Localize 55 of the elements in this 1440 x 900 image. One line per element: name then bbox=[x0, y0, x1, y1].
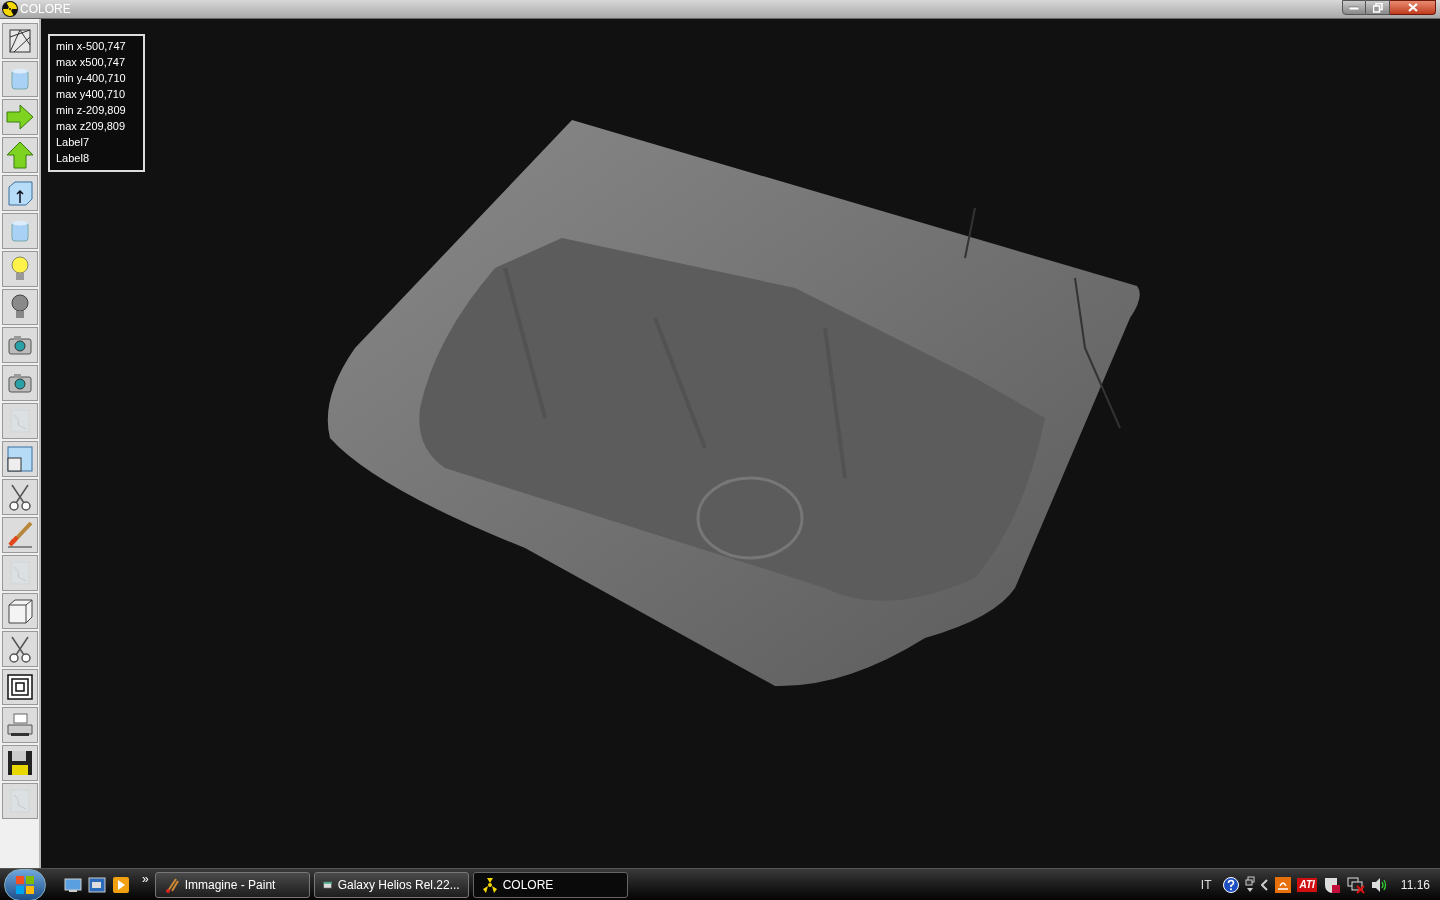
ati-tray-label[interactable]: ATI bbox=[1297, 877, 1317, 892]
paintbrush-icon bbox=[163, 876, 180, 893]
windows-logo-icon bbox=[16, 875, 34, 894]
start-button[interactable] bbox=[4, 868, 46, 900]
right-arrow-icon bbox=[6, 103, 34, 131]
show-desktop-icon[interactable] bbox=[64, 875, 82, 894]
toolbar-button[interactable] bbox=[2, 669, 38, 705]
concentric-squares-icon bbox=[6, 673, 34, 701]
info-label: Label8 bbox=[56, 151, 91, 166]
close-button[interactable] bbox=[1390, 0, 1436, 15]
windows-stack-icon[interactable] bbox=[1245, 875, 1256, 894]
minimize-button[interactable] bbox=[1342, 0, 1366, 15]
info-label: min y-400,710 bbox=[56, 71, 127, 86]
language-indicator[interactable]: IT bbox=[1200, 875, 1212, 894]
restore-button[interactable] bbox=[1366, 0, 1390, 15]
toolbar-button[interactable] bbox=[2, 23, 38, 59]
window-title: COLORE bbox=[20, 1, 71, 18]
taskbar-button[interactable]: Immagine - Paint bbox=[154, 871, 310, 898]
speaker-icon[interactable] bbox=[1370, 876, 1389, 893]
toolbar-button[interactable] bbox=[2, 631, 38, 667]
taskbar-button[interactable]: Galaxy Helios Rel.22... bbox=[313, 871, 469, 898]
chevron-left-icon[interactable] bbox=[1261, 878, 1270, 891]
media-player-icon[interactable] bbox=[112, 875, 130, 894]
switch-windows-icon[interactable] bbox=[88, 875, 106, 894]
info-label: Label7 bbox=[56, 135, 91, 150]
help-icon[interactable] bbox=[1223, 876, 1240, 893]
window-resize-icon bbox=[6, 445, 34, 473]
cube-arrow-icon bbox=[6, 179, 34, 207]
radiation-icon bbox=[2, 1, 18, 17]
toolbar-button[interactable] bbox=[2, 479, 38, 515]
wireframe-box-icon bbox=[6, 27, 34, 55]
radiation-icon bbox=[481, 876, 498, 893]
printer-icon bbox=[6, 711, 34, 739]
toolbar-button[interactable] bbox=[2, 175, 38, 211]
minimize-icon bbox=[1349, 5, 1359, 10]
info-label: min x-500,747 bbox=[56, 39, 127, 54]
toolbar-button[interactable] bbox=[2, 707, 38, 743]
info-label: max x500,747 bbox=[56, 55, 127, 70]
cube-icon bbox=[6, 597, 34, 625]
clock[interactable]: 11.16 bbox=[1400, 875, 1430, 894]
info-label: max y400,710 bbox=[56, 87, 127, 102]
scissors-icon bbox=[6, 635, 34, 663]
info-label: max z209,809 bbox=[56, 119, 127, 134]
toolbar-button[interactable] bbox=[2, 745, 38, 781]
network-error-icon[interactable] bbox=[1346, 875, 1365, 894]
shield-icon[interactable] bbox=[1322, 875, 1341, 894]
restore-icon bbox=[1372, 2, 1383, 13]
scissors-icon bbox=[6, 483, 34, 511]
up-arrow-icon bbox=[6, 141, 34, 169]
paintbrush-icon bbox=[6, 521, 34, 549]
taskbar-button[interactable]: COLORE bbox=[472, 871, 628, 898]
info-label: min z-209,809 bbox=[56, 103, 127, 118]
close-icon bbox=[1407, 3, 1418, 12]
overflow-chevron[interactable]: » bbox=[142, 870, 149, 888]
tray-app-icon[interactable] bbox=[1275, 876, 1292, 893]
